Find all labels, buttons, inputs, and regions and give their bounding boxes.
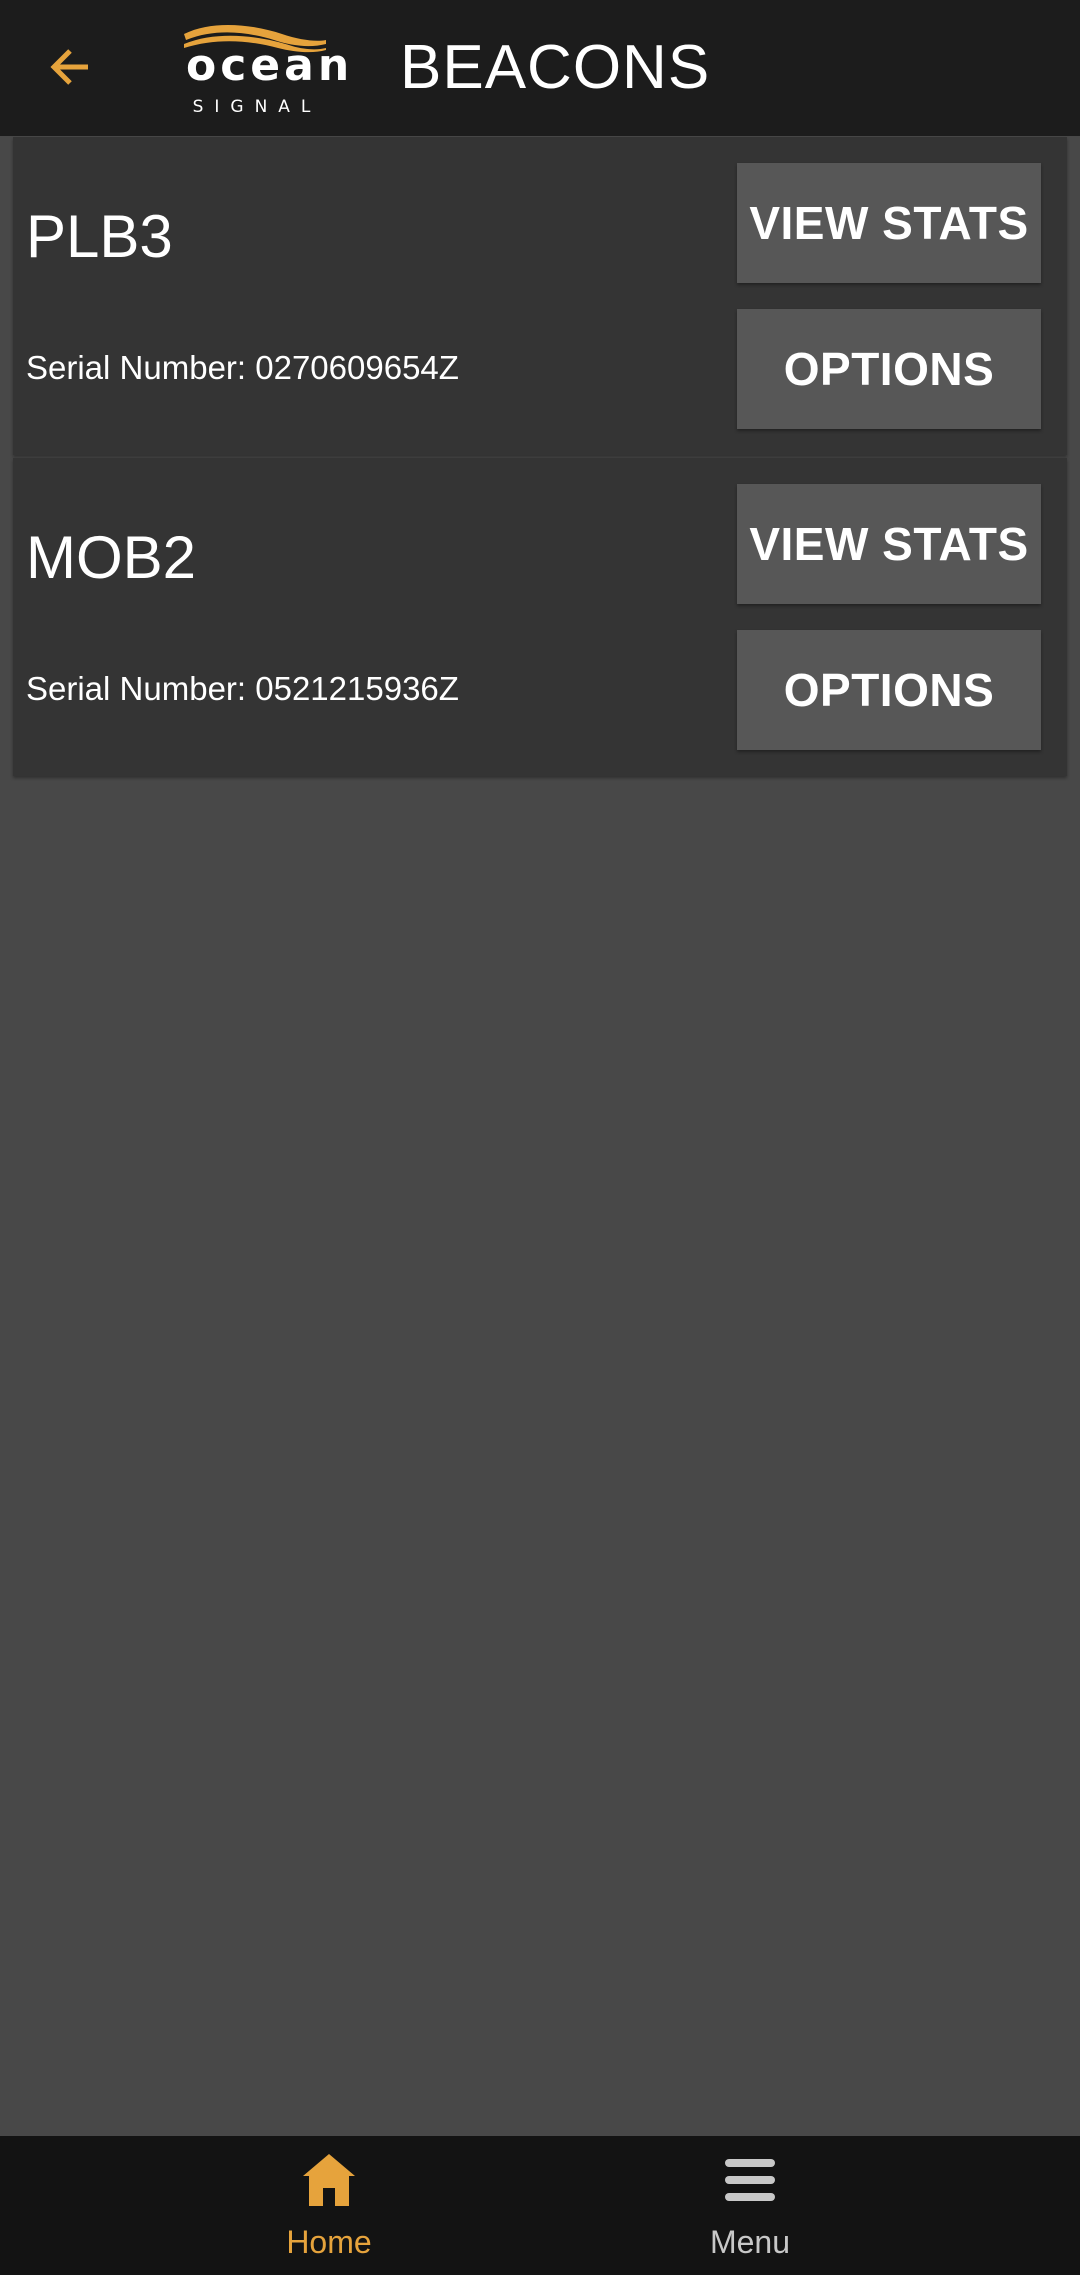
nav-item-menu[interactable]: Menu: [615, 2136, 885, 2275]
menu-icon: [725, 2159, 775, 2201]
ocean-signal-logo: ocean SIGNAL: [182, 22, 354, 116]
beacon-serial-number: Serial Number: 0521215936Z: [26, 670, 459, 707]
back-button[interactable]: [34, 34, 106, 100]
logo-subtitle: SIGNAL: [192, 97, 322, 117]
beacon-card-mob2: MOB2 Serial Number: 0521215936Z VIEW STA…: [13, 458, 1067, 776]
logo-word: ocean: [186, 40, 354, 91]
view-stats-button[interactable]: VIEW STATS: [737, 484, 1041, 604]
page-title: BEACONS: [400, 33, 711, 102]
beacon-card-plb3: PLB3 Serial Number: 0270609654Z VIEW STA…: [13, 137, 1067, 455]
beacon-serial-number: Serial Number: 0270609654Z: [26, 349, 459, 386]
nav-label-home: Home: [286, 2224, 372, 2260]
beacon-name: PLB3: [26, 203, 173, 270]
options-button[interactable]: OPTIONS: [737, 309, 1041, 429]
arrow-left-icon: [50, 49, 88, 85]
home-icon: [303, 2154, 355, 2206]
app-bar: ocean SIGNAL BEACONS: [0, 0, 1080, 136]
beacon-name: MOB2: [26, 524, 197, 591]
nav-item-home[interactable]: Home: [194, 2136, 464, 2275]
view-stats-button[interactable]: VIEW STATS: [737, 163, 1041, 283]
nav-label-menu: Menu: [709, 2224, 791, 2260]
bottom-navigation: Home Menu: [0, 2136, 1080, 2275]
options-button[interactable]: OPTIONS: [737, 630, 1041, 750]
